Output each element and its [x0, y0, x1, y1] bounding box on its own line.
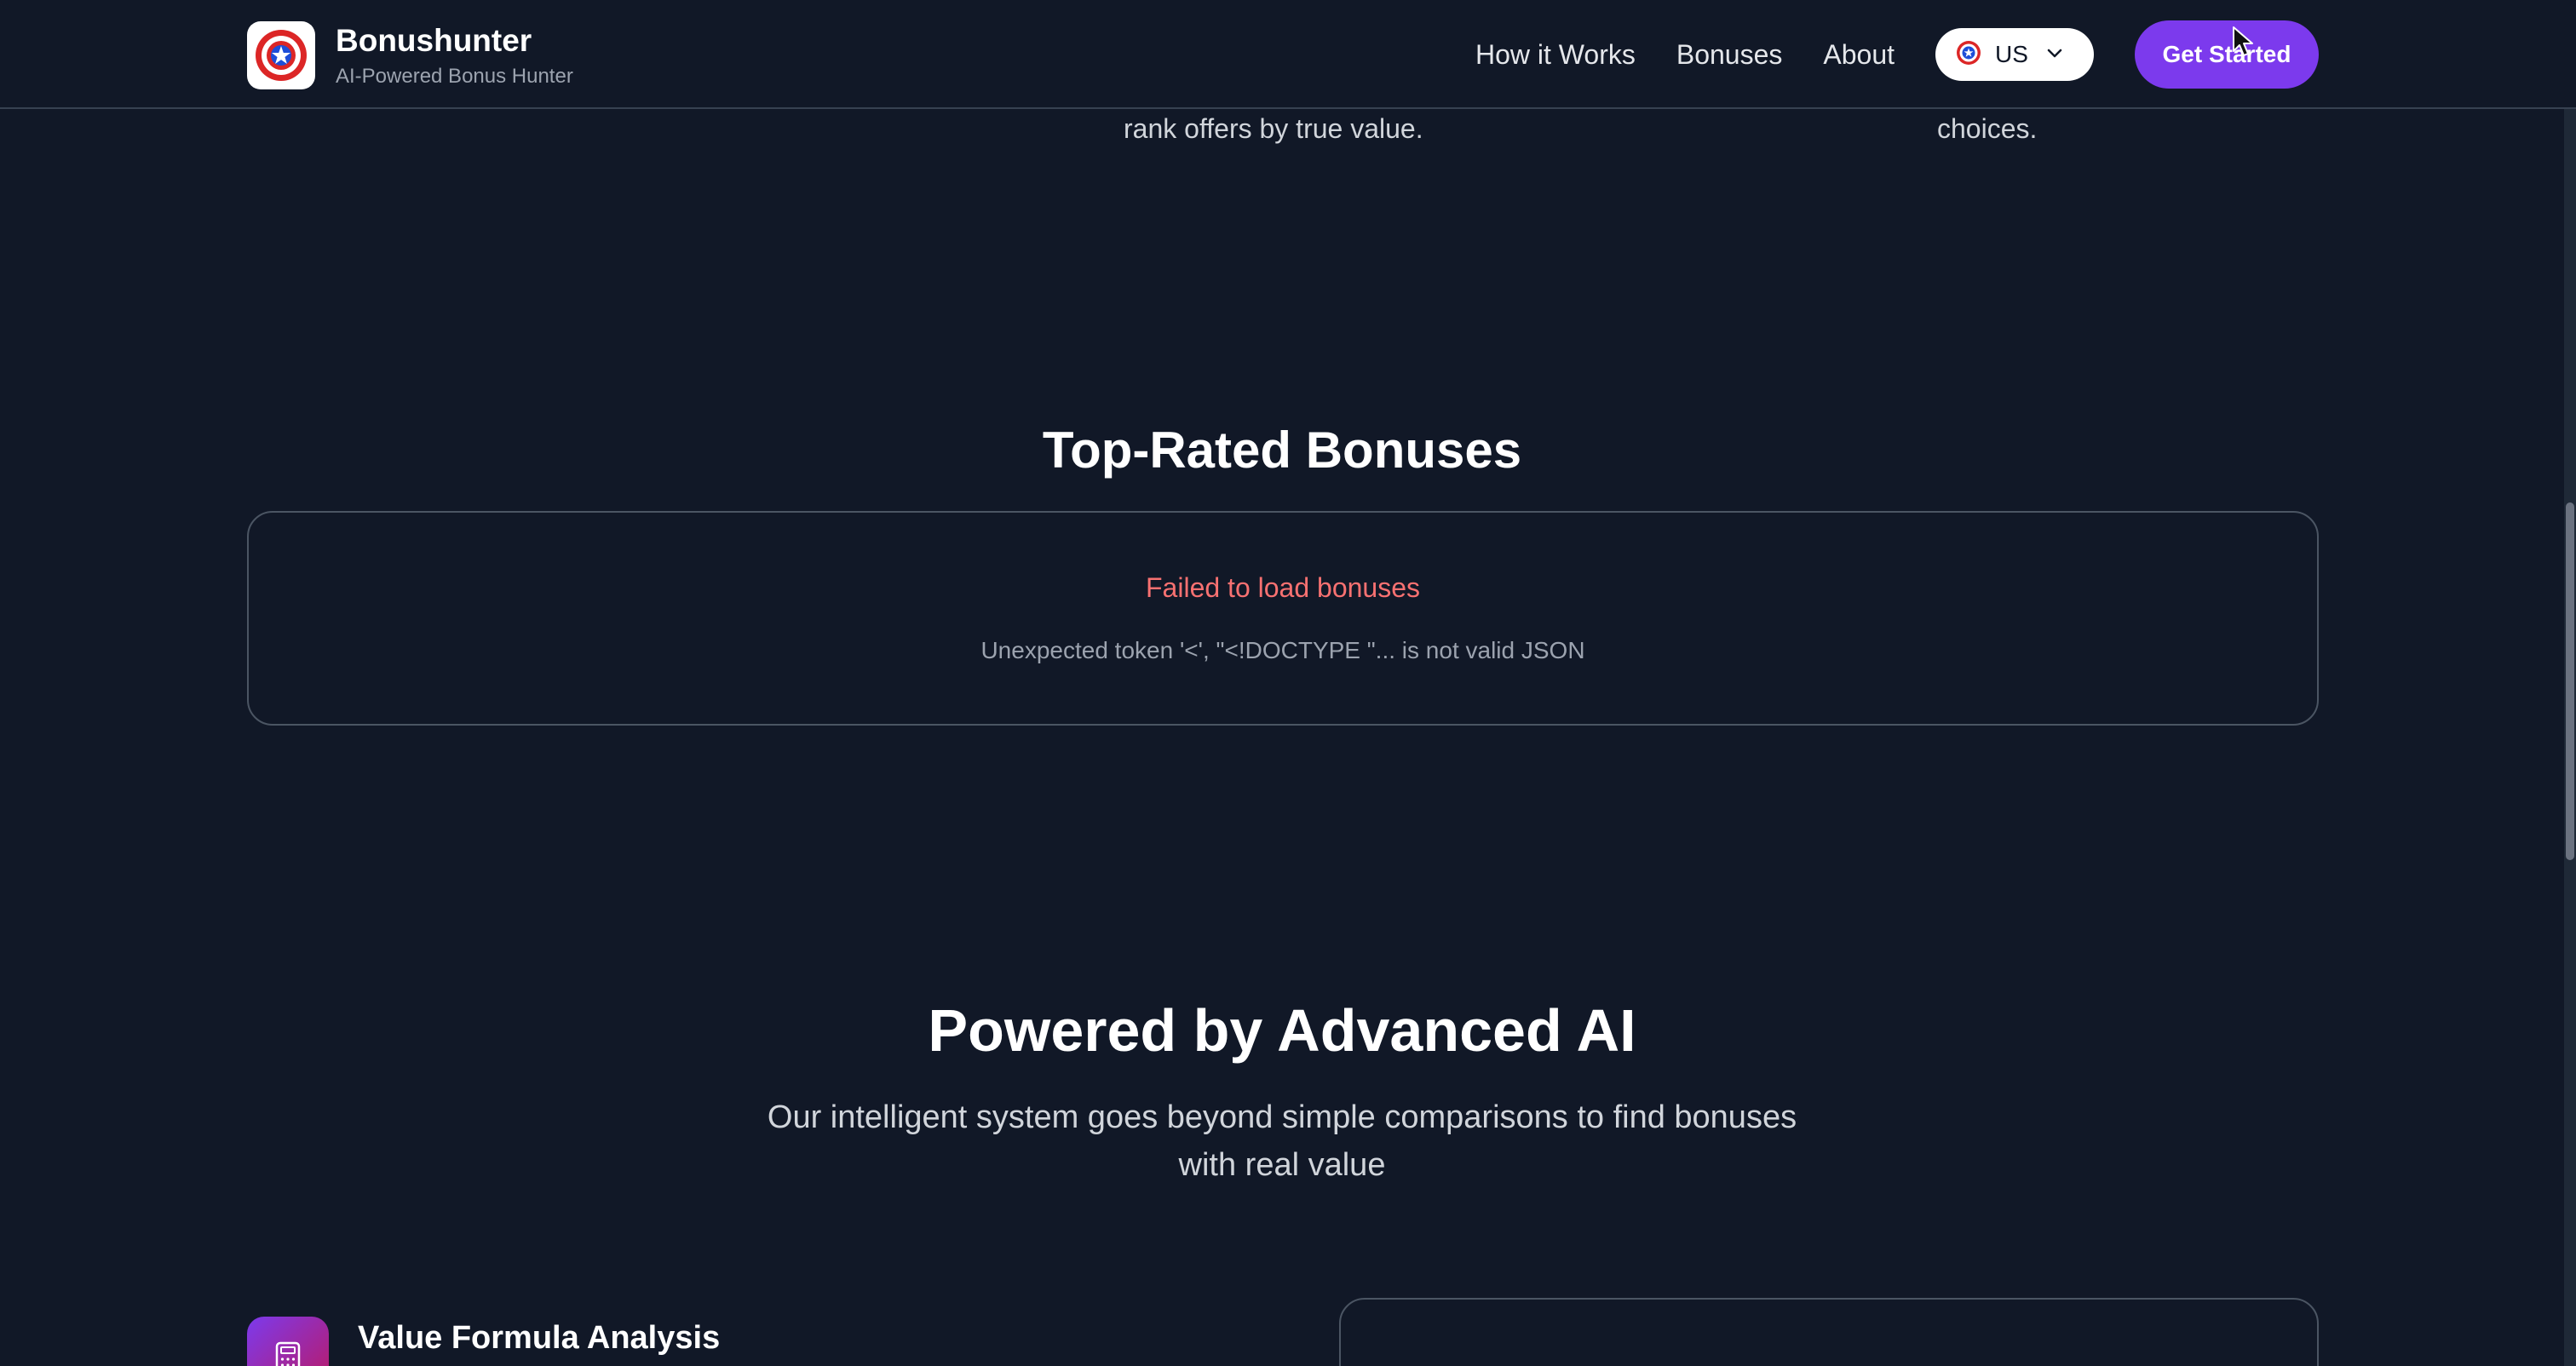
nav-how-it-works[interactable]: How it Works [1475, 39, 1636, 71]
chevron-down-icon [2045, 43, 2064, 66]
step-description-partial: choices. [1937, 113, 2038, 144]
feature-preview-card [1339, 1298, 2319, 1366]
bonuses-error-card: Failed to load bonuses Unexpected token … [247, 511, 2319, 726]
brand-tagline: AI-Powered Bonus Hunter [336, 65, 573, 88]
get-started-button[interactable]: Get Started [2135, 20, 2319, 89]
us-flag-icon [1956, 40, 1981, 70]
brand-name: Bonushunter [336, 23, 532, 58]
nav-about[interactable]: About [1823, 39, 1895, 71]
country-selector[interactable]: US [1935, 28, 2094, 81]
calculator-icon [247, 1317, 329, 1366]
page: Bonushunter AI-Powered Bonus Hunter How … [0, 0, 2576, 1366]
step-description-partial: rank offers by true value. [1124, 113, 1423, 144]
nav-bonuses[interactable]: Bonuses [1676, 39, 1783, 71]
brand-logo-link[interactable]: Bonushunter AI-Powered Bonus Hunter [247, 20, 573, 90]
feature-value-formula: Value Formula Analysis [247, 1317, 720, 1366]
top-rated-title: Top-Rated Bonuses [1042, 422, 1522, 479]
feature-title: Value Formula Analysis [358, 1320, 721, 1356]
site-header: Bonushunter AI-Powered Bonus Hunter How … [0, 0, 2576, 109]
subtitle-line: with real value [1178, 1147, 1386, 1183]
mouse-cursor-icon [2232, 26, 2257, 60]
subtitle-line: Our intelligent system goes beyond simpl… [767, 1099, 1797, 1135]
error-detail: Unexpected token '<', "<!DOCTYPE "... is… [980, 637, 1585, 663]
main-nav: How it Works Bonuses About US Get Starte… [1475, 20, 2319, 89]
powered-by-ai-subtitle: Our intelligent system goes beyond simpl… [0, 1093, 2564, 1189]
logo-icon [247, 21, 315, 89]
scrollbar-thumb[interactable] [2566, 502, 2574, 860]
country-label: US [1995, 41, 2028, 67]
error-title: Failed to load bonuses [1146, 572, 1420, 603]
powered-by-ai-title: Powered by Advanced AI [928, 997, 1636, 1064]
